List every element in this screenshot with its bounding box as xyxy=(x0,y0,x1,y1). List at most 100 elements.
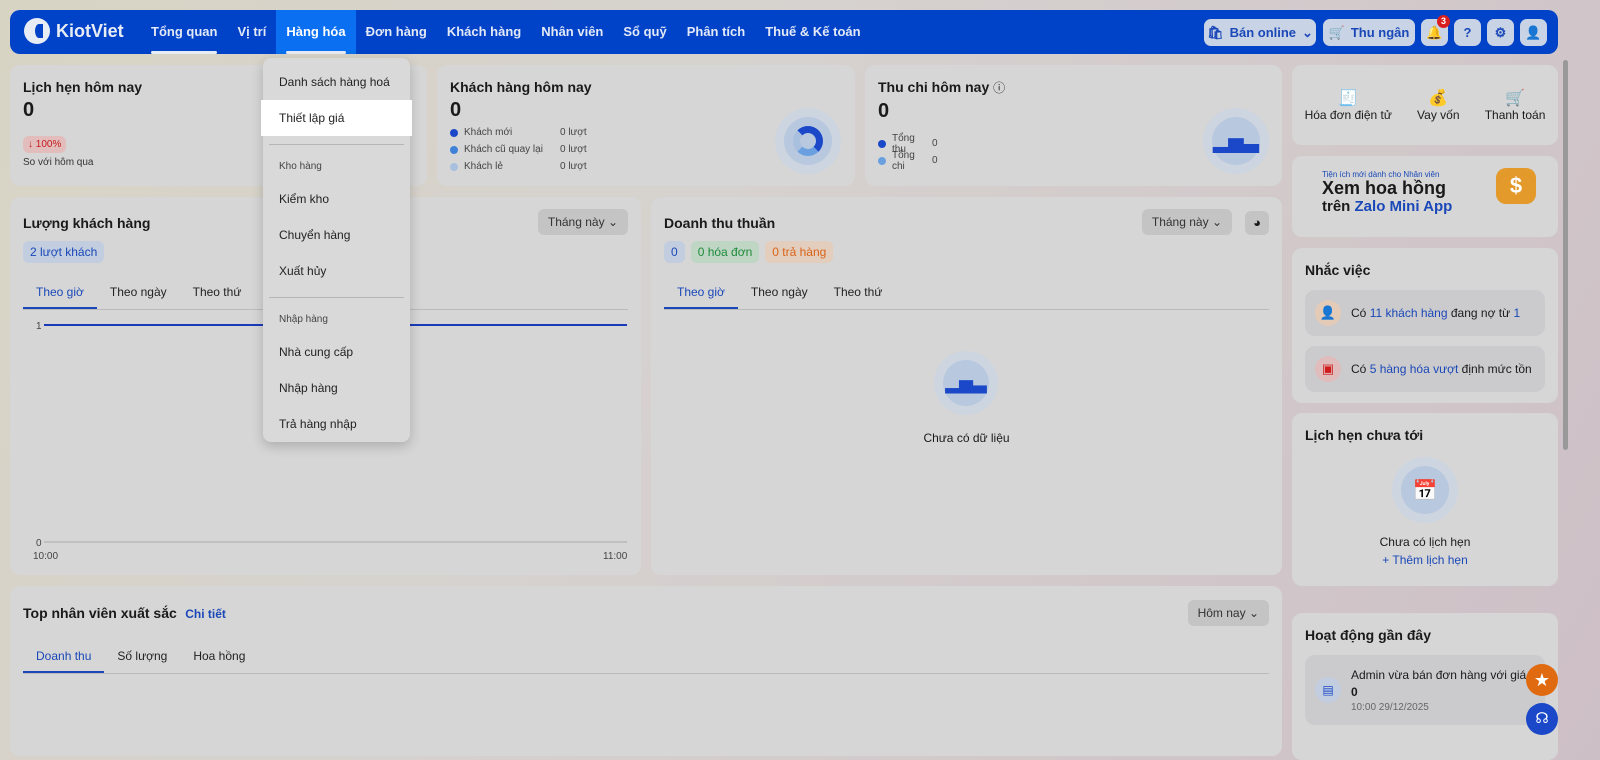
bar-chart-icon: ▂▅▃ xyxy=(1203,108,1269,174)
reminder-link[interactable]: 5 hàng hóa vượt xyxy=(1370,362,1459,376)
nav-khach-hang[interactable]: Khách hàng xyxy=(437,10,531,54)
tab-theo-gio[interactable]: Theo giờ xyxy=(23,277,97,309)
nav-nhan-vien[interactable]: Nhân viên xyxy=(531,10,613,54)
menu-nhap-hang[interactable]: Nhập hàng xyxy=(263,370,410,406)
ban-online-button[interactable]: 🛍 Bán online ⌄ xyxy=(1204,19,1316,46)
shortcuts-card: 🧾 Hóa đơn điện tử 💰 Vay vốn 🛒 Thanh toán xyxy=(1292,65,1558,145)
tab-so-luong[interactable]: Số lượng xyxy=(104,641,180,673)
notification-badge: 3 xyxy=(1437,15,1450,28)
menu-chuyen-hang[interactable]: Chuyển hàng xyxy=(263,217,410,253)
account-button[interactable]: 👤 xyxy=(1520,19,1547,46)
star-icon: ★ xyxy=(1533,670,1551,690)
chevron-down-icon: ⌄ xyxy=(1302,24,1313,40)
support-button[interactable]: ☊ xyxy=(1526,703,1558,735)
notification-button[interactable]: 🔔 3 xyxy=(1421,15,1450,46)
period-label: Hôm nay xyxy=(1197,606,1246,620)
tab-theo-thu[interactable]: Theo thứ xyxy=(180,277,255,309)
shortcut-vay-von[interactable]: 💰 Vay vốn xyxy=(1417,88,1459,122)
menu-kiem-kho[interactable]: Kiểm kho xyxy=(263,181,410,217)
menu-danh-sach-hang-hoa[interactable]: Danh sách hàng hoá xyxy=(263,64,410,100)
period-select[interactable]: Hôm nay ⌄ xyxy=(1187,600,1269,626)
tab-theo-ngay[interactable]: Theo ngày xyxy=(738,277,821,309)
legend-dot xyxy=(450,128,458,137)
pie-chart-icon: ◕ xyxy=(1253,215,1261,230)
help-icon: ? xyxy=(1463,25,1472,40)
thu-ngan-label: Thu ngân xyxy=(1350,25,1410,40)
help-button[interactable]: ? xyxy=(1454,19,1481,46)
banner-line2b: Zalo Mini App xyxy=(1354,198,1453,215)
period-label: Tháng này xyxy=(1151,215,1209,229)
total-badge: 0 xyxy=(664,241,685,263)
chevron-down-icon: ⌄ xyxy=(1211,215,1222,229)
cart-icon: 🛒 xyxy=(1505,90,1525,107)
invoice-icon: 🧾 xyxy=(1338,90,1359,107)
tab-doanh-thu[interactable]: Doanh thu xyxy=(23,641,105,673)
menu-xuat-huy[interactable]: Xuất hủy xyxy=(263,253,410,289)
cart-icon: 🛒 xyxy=(1328,24,1345,40)
card-title: Hoạt động gần đây xyxy=(1305,627,1431,643)
hang-hoa-dropdown: Danh sách hàng hoá Thiết lập giá Kho hàn… xyxy=(261,58,412,442)
favorite-button[interactable]: ★ xyxy=(1526,664,1558,696)
donut-chart-icon xyxy=(775,108,841,174)
doanh-thu-thuan-card: Doanh thu thuần Tháng này ⌄ ◕ 0 0 hóa đơ… xyxy=(651,197,1282,575)
card-title: Lịch hẹn chưa tới xyxy=(1305,427,1424,443)
main-menu: Tổng quan Vị trí Hàng hóa Đơn hàng Khách… xyxy=(141,10,871,54)
card-title: Top nhân viên xuất sắc xyxy=(23,605,177,621)
legend-label: Tổng chi xyxy=(892,149,915,172)
reminder-value: 1 xyxy=(1513,306,1521,320)
pie-chart-button[interactable]: ◕ xyxy=(1245,211,1269,235)
zalo-mini-app-banner[interactable]: Tiện ích mới dành cho Nhân viên Xem hoa … xyxy=(1292,156,1558,237)
nav-hang-hoa[interactable]: Hàng hóa xyxy=(276,10,356,54)
detail-link[interactable]: Chi tiết xyxy=(185,607,226,621)
reminder-text: Có xyxy=(1351,306,1370,320)
nav-don-hang[interactable]: Đơn hàng xyxy=(356,10,437,54)
money-bag-icon: 💰 xyxy=(1428,90,1449,107)
empty-text: Chưa có lịch hẹn xyxy=(1379,535,1471,549)
shortcut-label: Vay vốn xyxy=(1417,108,1460,122)
nhac-viec-card: Nhắc việc 👤 Có 11 khách hàng đang nợ từ 1… xyxy=(1292,248,1558,403)
card-title: Nhắc việc xyxy=(1305,262,1371,278)
ban-online-label: Bán online xyxy=(1229,25,1297,40)
change-badge: ↓ 100% xyxy=(23,136,67,153)
reminder-text: đang nợ từ xyxy=(1447,306,1514,320)
kiotviet-logo[interactable]: KiotViet xyxy=(24,18,124,44)
legend-label: Khách lẻ xyxy=(464,161,503,172)
shortcut-hoa-don-dien-tu[interactable]: 🧾 Hóa đơn điện tử xyxy=(1305,88,1392,122)
nav-phan-tich[interactable]: Phân tích xyxy=(677,10,756,54)
divider xyxy=(269,144,404,145)
activity-item[interactable]: ▤ Admin vừa bán đơn hàng với giá trị 0 10:… xyxy=(1305,655,1545,725)
reminder-link[interactable]: 11 khách hàng xyxy=(1370,306,1448,320)
nav-so-quy[interactable]: Sổ quỹ xyxy=(613,10,676,54)
period-select[interactable]: Tháng này ⌄ xyxy=(1141,209,1232,235)
brand-name: KiotViet xyxy=(56,20,124,41)
legend-dot xyxy=(878,139,886,148)
dollar-bubble-icon: $ xyxy=(1496,168,1536,204)
reminder-stock[interactable]: ▣ Có 5 hàng hóa vượt định mức tồn xyxy=(1305,346,1545,392)
banner-line2a: trên xyxy=(1322,198,1355,215)
menu-thiet-lap-gia[interactable]: Thiết lập giá xyxy=(261,100,412,136)
nav-thue-ke-toan[interactable]: Thuế & Kế toán xyxy=(755,10,870,54)
legend-label: Khách cũ quay lại xyxy=(464,144,543,155)
nav-tong-quan[interactable]: Tổng quan xyxy=(141,10,227,54)
period-select[interactable]: Tháng này ⌄ xyxy=(537,209,628,235)
tab-theo-ngay[interactable]: Theo ngày xyxy=(97,277,180,309)
tab-theo-gio[interactable]: Theo giờ xyxy=(664,277,738,309)
period-label: Tháng này xyxy=(547,215,605,229)
add-appointment-link[interactable]: + Thêm lịch hẹn xyxy=(1305,553,1545,567)
x-tick-label: 10:00 xyxy=(33,551,58,562)
menu-nha-cung-cap[interactable]: Nhà cung cấp xyxy=(263,334,410,370)
info-icon[interactable]: ⓘ xyxy=(993,81,1005,95)
calendar-icon: 📅 xyxy=(1392,457,1458,523)
reminder-debt[interactable]: 👤 Có 11 khách hàng đang nợ từ 1 xyxy=(1305,290,1545,336)
menu-tra-hang-nhap[interactable]: Trả hàng nhập xyxy=(263,406,410,442)
legend-dot xyxy=(450,145,458,154)
shortcut-thanh-toan[interactable]: 🛒 Thanh toán xyxy=(1485,88,1546,122)
thu-ngan-button[interactable]: 🛒 Thu ngân xyxy=(1323,19,1415,46)
tab-theo-thu[interactable]: Theo thứ xyxy=(821,277,896,309)
legend-value: 0 xyxy=(932,155,938,166)
group-nhap-hang: Nhập hàng xyxy=(279,314,328,325)
scrollbar[interactable] xyxy=(1563,60,1568,450)
tab-hoa-hong[interactable]: Hoa hồng xyxy=(180,641,258,673)
nav-vi-tri[interactable]: Vị trí xyxy=(227,10,276,54)
settings-button[interactable]: ⚙ xyxy=(1487,19,1514,46)
